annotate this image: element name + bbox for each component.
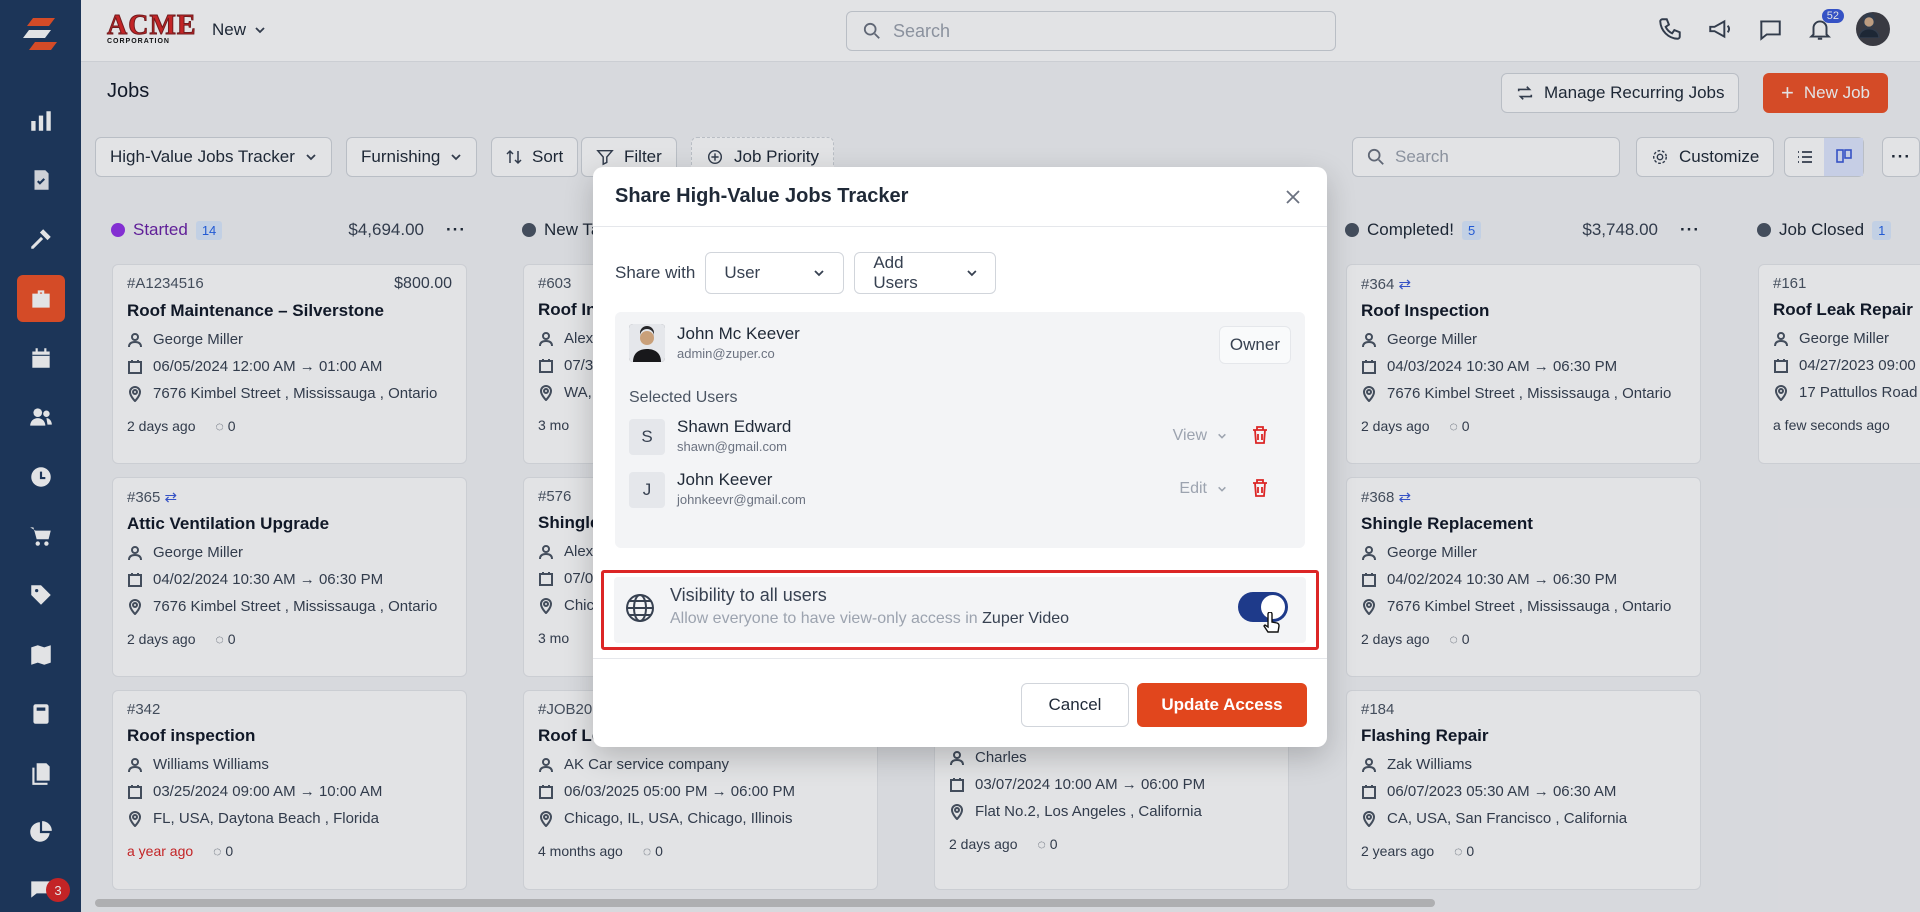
remove-user-button[interactable] — [1251, 478, 1271, 498]
selected-users-label: Selected Users — [629, 389, 738, 406]
update-access-button[interactable]: Update Access — [1137, 683, 1307, 727]
owner-name: John Mc Keever — [677, 324, 800, 343]
owner-email: admin@zuper.co — [677, 346, 775, 361]
share-with-label: Share with — [615, 263, 696, 282]
add-users-label: Add Users — [873, 253, 918, 292]
chevron-down-icon — [1218, 433, 1226, 439]
globe-icon — [626, 594, 654, 622]
visibility-highlight: Visibility to all users Allow everyone t… — [601, 570, 1319, 650]
remove-user-button[interactable] — [1251, 425, 1271, 445]
selected-user-row: J John Keever johnkeevr@gmail.com Edit — [629, 470, 1291, 510]
modal-divider — [593, 658, 1327, 659]
user-email: johnkeevr@gmail.com — [677, 492, 806, 507]
user-initial-avatar: S — [629, 419, 665, 455]
trash-icon — [1253, 426, 1267, 444]
trash-icon — [1253, 479, 1267, 497]
user-name: Shawn Edward — [677, 417, 792, 436]
visibility-description: Allow everyone to have view-only access … — [670, 610, 1070, 627]
share-with-select[interactable]: User — [705, 252, 845, 294]
visibility-title: Visibility to all users — [670, 585, 827, 605]
chevron-down-icon — [966, 270, 976, 277]
add-users-select[interactable]: Add Users — [854, 252, 997, 294]
user-initial-avatar: J — [629, 472, 665, 508]
close-icon — [1286, 189, 1300, 204]
permission-value: Edit — [1179, 480, 1207, 497]
permission-select[interactable]: Edit — [1179, 480, 1227, 498]
share-with-value: User — [724, 263, 761, 282]
modal-header: Share High-Value Jobs Tracker — [593, 167, 1327, 227]
chevron-down-icon — [1218, 486, 1226, 492]
owner-row: John Mc Keever admin@zuper.co Owner — [629, 324, 1291, 364]
user-email: shawn@gmail.com — [677, 439, 788, 454]
chevron-down-icon — [814, 270, 824, 277]
share-with-row: Share with User Add Users — [615, 252, 997, 294]
modal-title: Share High-Value Jobs Tracker — [615, 185, 909, 207]
owner-avatar — [629, 324, 665, 362]
users-list: John Mc Keever admin@zuper.co Owner Sele… — [615, 312, 1305, 548]
visibility-row: Visibility to all users Allow everyone t… — [614, 577, 1306, 643]
permission-value: View — [1172, 427, 1207, 444]
close-button[interactable] — [1281, 185, 1305, 209]
selected-user-row: S Shawn Edward shawn@gmail.com View — [629, 417, 1291, 457]
permission-select[interactable]: View — [1173, 427, 1227, 445]
share-modal: Share High-Value Jobs Tracker Share with… — [593, 167, 1327, 747]
user-name: John Keever — [677, 470, 773, 489]
cancel-button[interactable]: Cancel — [1021, 683, 1129, 727]
cursor-hand-icon — [1263, 612, 1280, 633]
owner-role-badge: Owner — [1218, 326, 1291, 364]
visibility-app: Zuper Video — [982, 610, 1070, 627]
